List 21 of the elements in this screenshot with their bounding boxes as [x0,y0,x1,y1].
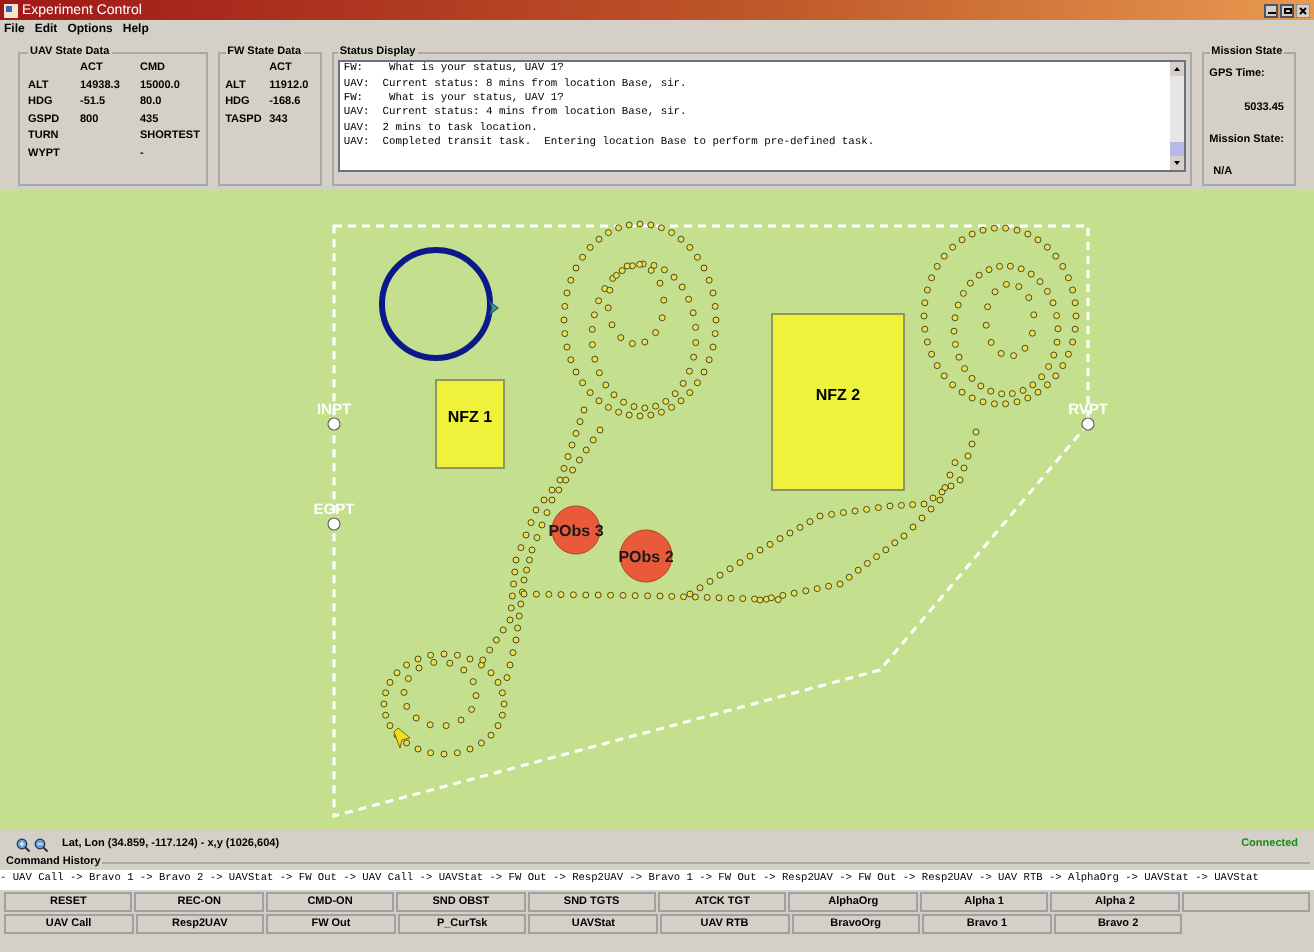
zoom-in-icon[interactable] [16,837,30,851]
obstacle-marker [619,529,673,583]
scroll-thumb[interactable] [1169,142,1184,157]
scroll-up-icon[interactable] [1169,62,1184,77]
zoom-out-icon[interactable] [34,837,48,851]
aircraft-icon [488,300,499,316]
zone-label: NFZ 2 [815,386,861,404]
close-icon[interactable] [1296,3,1310,17]
waypoint-marker [327,517,341,531]
no-fly-zone [435,379,505,469]
zone-label: NFZ 1 [447,408,493,426]
maximize-button[interactable] [1280,3,1294,17]
waypoint-marker [1081,417,1095,431]
waypoint-marker [327,417,341,431]
scrollbar[interactable] [1169,62,1184,171]
app-icon [4,3,18,17]
obstacle-label: PObs 2 [618,548,674,566]
aircraft-icon [393,727,411,749]
minimize-button[interactable] [1264,3,1278,17]
orbit-ring [379,247,493,361]
scroll-down-icon[interactable] [1169,156,1184,171]
